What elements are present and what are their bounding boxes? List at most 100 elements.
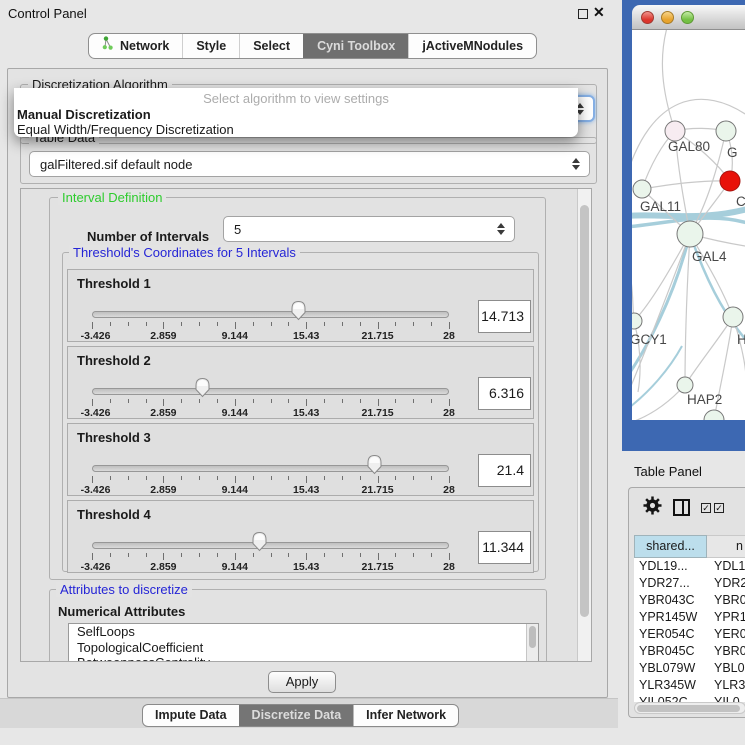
cell-shared-name[interactable]: YIL052C <box>634 694 707 702</box>
tab-discretize-data[interactable]: Discretize Data <box>239 705 354 726</box>
table-data-group: Table Data galFiltered.sif default node <box>20 137 597 184</box>
network-node-top-right[interactable] <box>716 121 736 141</box>
threshold-1-panel: Threshold 1-3.4262.8599.14415.4321.71528… <box>67 269 534 342</box>
tab-infer-network[interactable]: Infer Network <box>353 705 458 726</box>
table-row[interactable]: YDR27...YDR2 <box>634 575 745 592</box>
table-row[interactable]: YER054CYER0 <box>634 626 745 643</box>
dropdown-option-equal-width-frequency-discretization[interactable]: Equal Width/Frequency Discretization <box>14 122 578 137</box>
cell-shared-name[interactable]: YLR345W <box>634 677 707 694</box>
network-node-h-node[interactable] <box>723 307 743 327</box>
table-row[interactable]: YBR045CYBR0 <box>634 643 745 660</box>
network-edge[interactable] <box>642 181 730 189</box>
network-node-bottom-node[interactable] <box>704 410 724 420</box>
cell-name[interactable]: YPR1 <box>707 609 745 626</box>
table-horizontal-scrollbar[interactable] <box>634 702 745 714</box>
slider-thumb[interactable] <box>251 531 268 552</box>
close-icon[interactable]: ✕ <box>593 4 605 21</box>
dropdown-options: Manual DiscretizationEqual Width/Frequen… <box>14 107 578 137</box>
cell-name[interactable]: YER0 <box>707 626 745 643</box>
network-node-gal4[interactable] <box>677 221 703 247</box>
network-node-gal11[interactable] <box>633 180 651 198</box>
table-row[interactable]: YPR145WYPR1 <box>634 609 745 626</box>
network-edge[interactable] <box>685 234 690 385</box>
cell-shared-name[interactable]: YBL079W <box>634 660 707 677</box>
minimize-traffic-light-icon[interactable] <box>661 11 674 24</box>
network-edge[interactable] <box>632 262 634 321</box>
network-node-gcy1[interactable] <box>632 313 642 329</box>
tab-cyni-toolbox[interactable]: Cyni Toolbox <box>303 34 408 58</box>
network-node-gal80[interactable] <box>665 121 685 141</box>
threshold-3-panel: Threshold 3-3.4262.8599.14415.4321.71528… <box>67 423 534 496</box>
cell-name[interactable]: YIL0 <box>707 694 745 702</box>
slider-track[interactable] <box>92 465 449 472</box>
cell-shared-name[interactable]: YPR145W <box>634 609 707 626</box>
interval-definition-label: Interval Definition <box>58 190 166 205</box>
network-edge[interactable] <box>632 385 685 420</box>
network-edge[interactable] <box>685 317 733 385</box>
tab-select[interactable]: Select <box>239 34 303 58</box>
column-header-name[interactable]: n <box>707 535 745 558</box>
table-row[interactable]: YBR043CYBR0 <box>634 592 745 609</box>
slider-thumb[interactable] <box>366 454 383 475</box>
table-row[interactable]: YLR345WYLR3 <box>634 677 745 694</box>
slider-track[interactable] <box>92 388 449 395</box>
close-traffic-light-icon[interactable] <box>641 11 654 24</box>
tab-network[interactable]: Network <box>89 34 182 58</box>
column-layout-icon[interactable] <box>673 499 690 516</box>
threshold-value-field[interactable]: 21.4 <box>478 454 531 487</box>
list-scrollbar[interactable] <box>526 624 538 662</box>
cell-name[interactable]: YBR0 <box>707 643 745 660</box>
threshold-value-field[interactable]: 14.713 <box>478 300 531 333</box>
scrollbar-thumb[interactable] <box>637 705 740 712</box>
network-canvas[interactable]: GAL80GCGAL11GAL4GCY1HHAP2 <box>632 30 745 420</box>
cell-name[interactable]: YBR0 <box>707 592 745 609</box>
slider-track[interactable] <box>92 542 449 549</box>
number-of-intervals-spinner[interactable]: 5 <box>223 216 515 242</box>
slider-thumb[interactable] <box>194 377 211 398</box>
network-edge[interactable] <box>662 30 675 131</box>
attribute-item-selfloops[interactable]: SelfLoops <box>69 624 538 640</box>
threshold-value-field[interactable]: 11.344 <box>478 531 531 564</box>
apply-button[interactable]: Apply <box>268 671 336 693</box>
cell-shared-name[interactable]: YER054C <box>634 626 707 643</box>
cell-name[interactable]: YLR3 <box>707 677 745 694</box>
checkbox-icon[interactable]: ✓ <box>701 503 711 513</box>
table-data-combobox[interactable]: galFiltered.sif default node <box>29 151 590 177</box>
attributes-group-label: Attributes to discretize <box>56 582 192 597</box>
slider-thumb[interactable] <box>290 300 307 321</box>
column-header-shared-name[interactable]: shared... <box>634 535 707 558</box>
numerical-attributes-list[interactable]: SelfLoopsTopologicalCoefficientBetweenne… <box>68 623 539 662</box>
cell-name[interactable]: YDL1 <box>707 558 745 575</box>
cell-name[interactable]: YBL0 <box>707 660 745 677</box>
panel-scrollbar-thumb[interactable] <box>580 205 589 617</box>
attribute-item-topologicalcoefficient[interactable]: TopologicalCoefficient <box>69 640 538 656</box>
slider-scale-labels: -3.4262.8599.14415.4321.71528 <box>92 484 449 495</box>
network-node-hap2[interactable] <box>677 377 693 393</box>
cell-shared-name[interactable]: YBR043C <box>634 592 707 609</box>
tab-jactivemnodules[interactable]: jActiveMNodules <box>408 34 536 58</box>
table-row[interactable]: YDL19...YDL1 <box>634 558 745 575</box>
attribute-item-betweennesscentrality[interactable]: BetweennessCentrality <box>69 655 538 662</box>
threshold-label: Threshold 2 <box>77 353 151 368</box>
interval-definition-group: Interval Definition Number of Intervals … <box>49 197 546 580</box>
zoom-traffic-light-icon[interactable] <box>681 11 694 24</box>
cell-shared-name[interactable]: YDL19... <box>634 558 707 575</box>
panel-scrollbar[interactable] <box>577 189 591 661</box>
cell-shared-name[interactable]: YBR045C <box>634 643 707 660</box>
cell-name[interactable]: YDR2 <box>707 575 745 592</box>
cell-shared-name[interactable]: YDR27... <box>634 575 707 592</box>
tab-impute-data[interactable]: Impute Data <box>143 705 239 726</box>
slider-track[interactable] <box>92 311 449 318</box>
threshold-value-field[interactable]: 6.316 <box>478 377 531 410</box>
table-row[interactable]: YBL079WYBL0 <box>634 660 745 677</box>
table-row[interactable]: YIL052CYIL0 <box>634 694 745 702</box>
float-window-icon[interactable] <box>578 9 588 19</box>
numerical-attributes-heading: Numerical Attributes <box>58 604 185 619</box>
table-settings-gear-icon[interactable] <box>643 496 662 518</box>
network-node-red-node[interactable] <box>720 171 740 191</box>
tab-style[interactable]: Style <box>182 34 239 58</box>
network-window-titlebar[interactable] <box>632 5 745 30</box>
checkbox-icon[interactable]: ✓ <box>714 503 724 513</box>
dropdown-option-manual-discretization[interactable]: Manual Discretization <box>14 107 578 122</box>
network-edge[interactable] <box>690 234 733 317</box>
